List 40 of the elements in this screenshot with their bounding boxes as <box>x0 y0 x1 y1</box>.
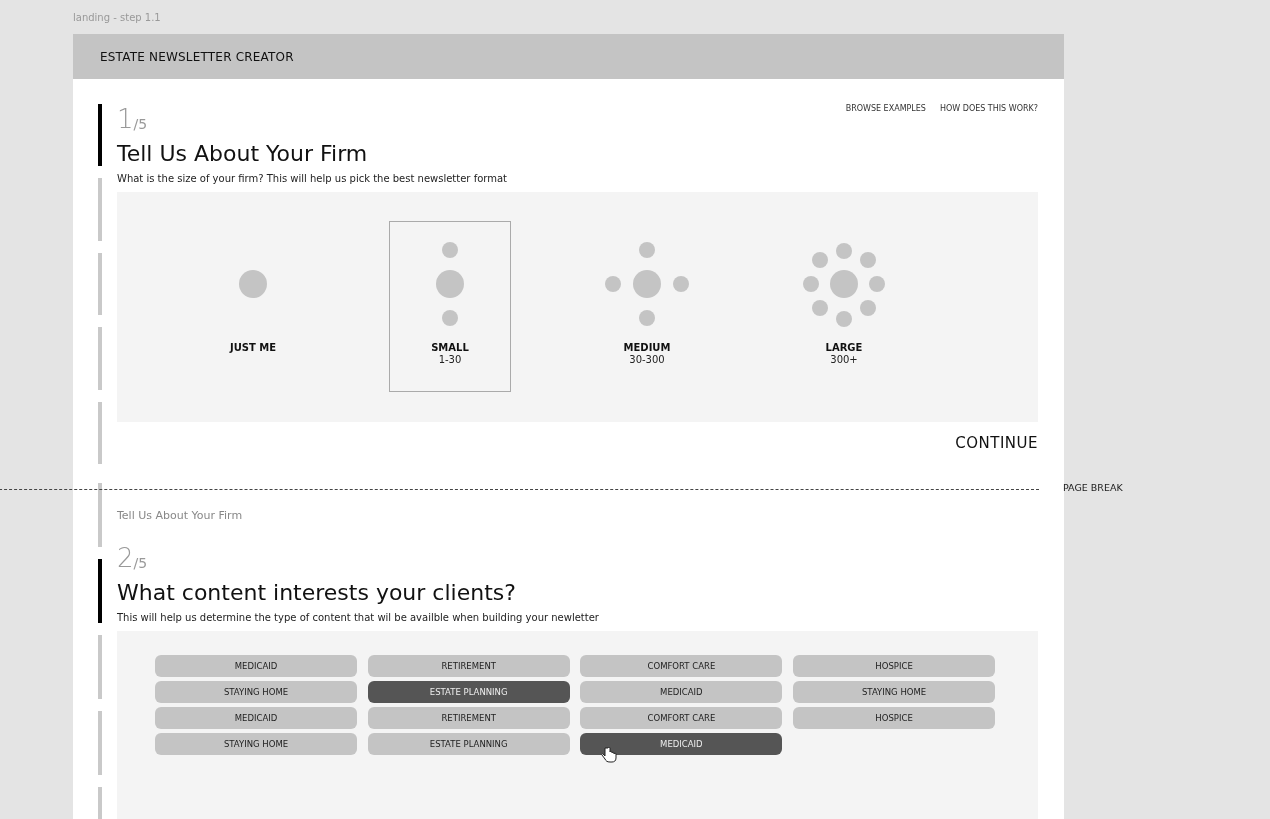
nav-link[interactable]: BROWSE EXAMPLES <box>845 104 926 113</box>
option-label: LARGE <box>825 341 863 354</box>
dot-cluster-icon <box>602 239 692 329</box>
topic-chip[interactable]: STAYING HOME <box>793 681 996 703</box>
topic-chip[interactable]: STAYING HOME <box>155 733 357 755</box>
topic-chip[interactable]: COMFORT CARE <box>580 655 783 677</box>
option-label: MEDIUM <box>623 341 671 354</box>
topic-chip[interactable]: HOSPICE <box>793 707 996 729</box>
previous-step-title[interactable]: Tell Us About Your Firm <box>117 483 1038 533</box>
size-option[interactable]: LARGE 300+ <box>783 221 905 392</box>
option-label: JUST ME <box>229 341 277 354</box>
artboard-label: landing - step 1.1 <box>73 11 162 25</box>
page-break-label: PAGE BREAK <box>1063 482 1123 493</box>
topic-chip[interactable]: MEDICAID <box>580 681 783 703</box>
continue-button[interactable]: CONTINUE <box>955 434 1038 452</box>
option-label: SMALL <box>431 341 469 354</box>
topic-chip[interactable]: HOSPICE <box>793 655 996 677</box>
step-description: This will help us determine the type of content that wil be availble when building your newletter <box>117 611 600 625</box>
topic-chip[interactable]: COMFORT CARE <box>580 707 783 729</box>
topic-chip[interactable]: ESTATE PLANNING <box>367 681 570 703</box>
step-title: Tell Us About Your Firm <box>117 140 369 168</box>
hand-cursor-icon <box>600 747 619 763</box>
topic-chip[interactable]: MEDICAID <box>155 707 357 729</box>
size-option[interactable]: JUST ME <box>192 221 314 392</box>
topic-chip[interactable]: STAYING HOME <box>155 681 357 703</box>
option-range: 1-30 <box>438 354 462 366</box>
step-title: What content interests your clients? <box>117 579 517 607</box>
nav-link[interactable]: HOW DOES THIS WORK? <box>939 104 1038 113</box>
topic-chip[interactable]: RETIREMENT <box>367 707 570 729</box>
step-counter: 2/5 <box>117 543 148 573</box>
topic-chip[interactable]: ESTATE PLANNING <box>367 733 570 755</box>
option-range: 30-300 <box>629 354 665 366</box>
step-counter: 1/5 <box>117 104 148 134</box>
size-option[interactable]: SMALL 1-30 <box>389 221 511 392</box>
topic-chip[interactable]: MEDICAID <box>155 655 357 677</box>
size-option[interactable]: MEDIUM 30-300 <box>586 221 708 392</box>
step-description: What is the size of your firm? This will help us pick the best newsletter format <box>117 172 508 186</box>
topic-chip[interactable]: RETIREMENT <box>367 655 570 677</box>
option-range: 300+ <box>830 354 858 366</box>
app-title: ESTATE NEWSLETTER CREATOR <box>100 49 294 64</box>
